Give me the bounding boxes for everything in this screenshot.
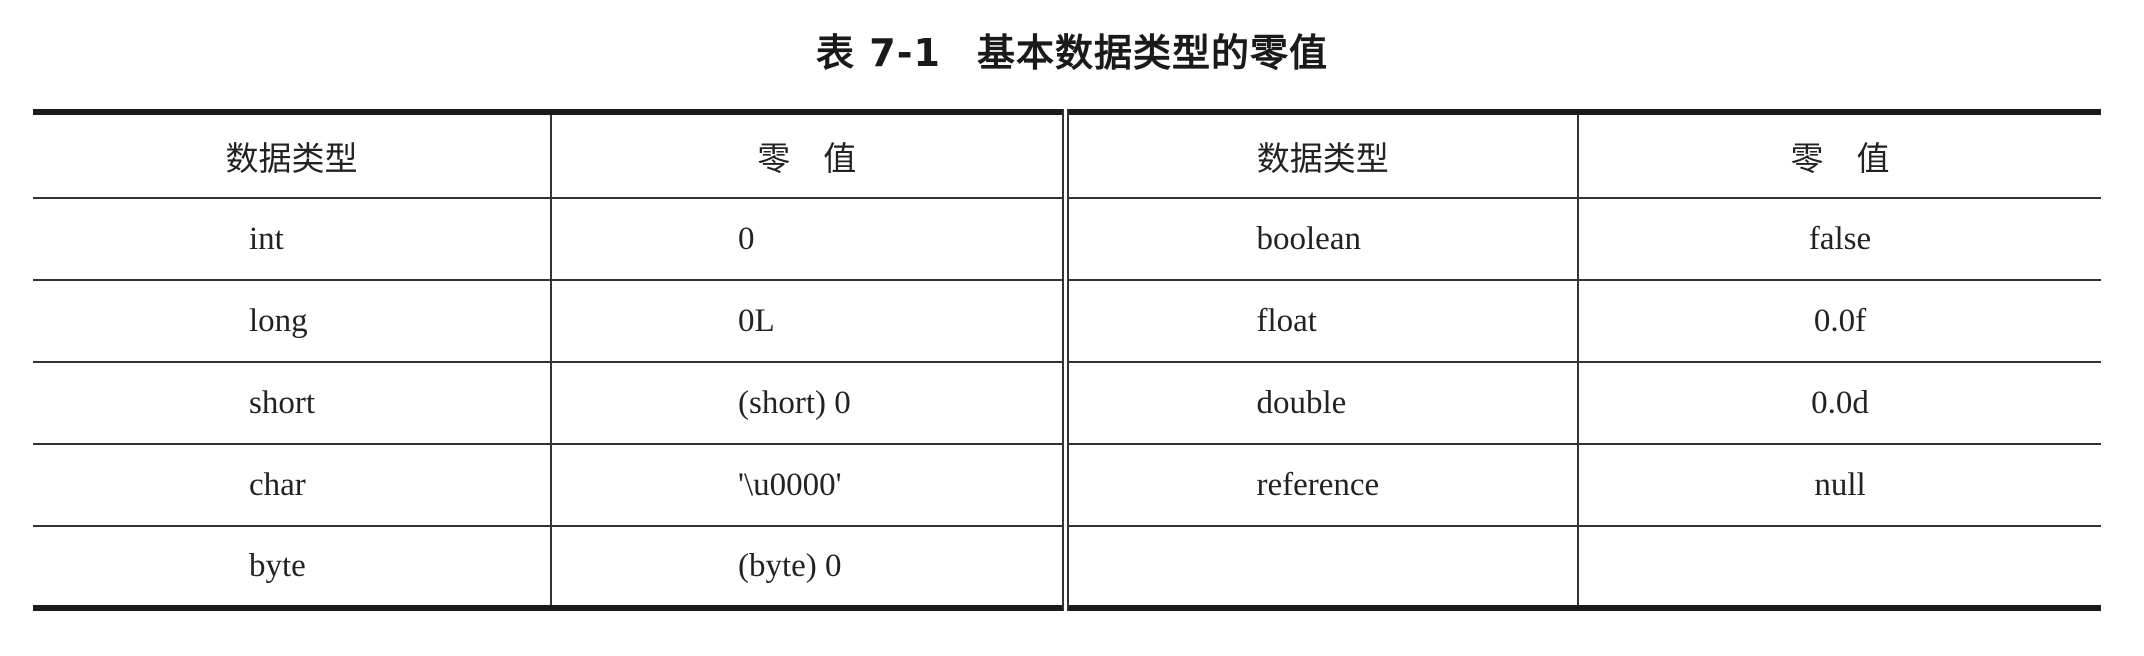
type-cell: short — [33, 361, 551, 445]
caption-number: 表 7-1 — [816, 31, 941, 75]
type-cell: float — [1061, 279, 1578, 363]
value-cell: null — [1577, 443, 2101, 527]
header-data-type-left: 数据类型 — [33, 112, 551, 199]
table-caption: 表 7-1 基本数据类型的零值 — [0, 22, 2144, 77]
value-cell: 0.0d — [1577, 361, 2101, 445]
header-zero-value-left: 零 值 — [550, 112, 1065, 199]
value-cell: (byte) 0 — [550, 525, 1065, 608]
value-cell: (short) 0 — [550, 361, 1065, 445]
header-zero-value-right: 零 值 — [1577, 112, 2101, 199]
type-cell: int — [33, 197, 551, 281]
table-row: char '\u0000' reference null — [33, 443, 2101, 527]
type-cell: char — [33, 443, 551, 527]
value-cell: false — [1577, 197, 2101, 281]
table-row: long 0L float 0.0f — [33, 279, 2101, 363]
value-cell: 0.0f — [1577, 279, 2101, 363]
value-cell: '\u0000' — [550, 443, 1065, 527]
type-cell-empty — [1061, 525, 1578, 608]
value-cell-empty — [1577, 525, 2101, 608]
caption-title: 基本数据类型的零值 — [976, 31, 1328, 75]
table-row: int 0 boolean false — [33, 197, 2101, 281]
table-row: byte (byte) 0 — [33, 525, 2101, 608]
value-cell: 0 — [550, 197, 1065, 281]
table-row: short (short) 0 double 0.0d — [33, 361, 2101, 445]
type-cell: boolean — [1061, 197, 1578, 281]
zero-values-table: 数据类型 零 值 数据类型 零 值 int 0 boolean false lo… — [33, 109, 2101, 611]
value-cell: 0L — [550, 279, 1065, 363]
type-cell: double — [1061, 361, 1578, 445]
table-header-row: 数据类型 零 值 数据类型 零 值 — [33, 112, 2101, 199]
type-cell: long — [33, 279, 551, 363]
type-cell: byte — [33, 525, 551, 608]
type-cell: reference — [1061, 443, 1578, 527]
header-data-type-right: 数据类型 — [1061, 112, 1578, 199]
